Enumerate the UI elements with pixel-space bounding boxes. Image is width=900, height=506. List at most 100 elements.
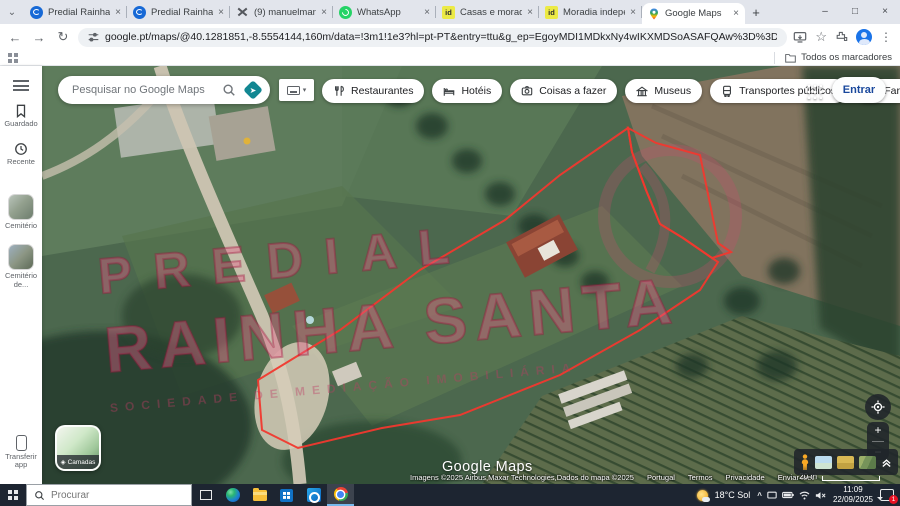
system-tray: ^ bbox=[757, 491, 826, 500]
terms-link[interactable]: Termos bbox=[688, 473, 713, 482]
profile-avatar[interactable] bbox=[856, 29, 872, 45]
weather-sun-icon bbox=[697, 490, 708, 501]
start-button[interactable] bbox=[0, 484, 26, 506]
outlook-button[interactable] bbox=[300, 484, 327, 506]
url-input[interactable] bbox=[105, 31, 777, 43]
microsoft-store-button[interactable] bbox=[273, 484, 300, 506]
chip-label: Museus bbox=[654, 85, 691, 97]
minimize-button[interactable]: – bbox=[810, 0, 840, 22]
reload-icon[interactable]: ↻ bbox=[54, 29, 72, 45]
imagery-thumbnail[interactable] bbox=[815, 456, 832, 469]
battery-icon[interactable] bbox=[782, 491, 794, 499]
tab-close-icon[interactable]: × bbox=[527, 7, 533, 18]
chrome-button-active[interactable] bbox=[327, 484, 354, 506]
pegman-icon[interactable] bbox=[800, 454, 810, 471]
new-tab-button[interactable]: + bbox=[745, 0, 767, 24]
privacy-link[interactable]: Privacidade bbox=[726, 473, 765, 482]
imagery-thumbnail[interactable] bbox=[837, 456, 854, 469]
tab-google-maps-active[interactable]: Google Maps × bbox=[642, 3, 745, 24]
tab-idealista-2[interactable]: id Moradia independen × bbox=[539, 0, 642, 24]
directions-icon[interactable] bbox=[244, 81, 262, 99]
site-settings-icon[interactable] bbox=[88, 32, 99, 43]
sidebar-item-recent[interactable]: Recente bbox=[1, 142, 41, 167]
tab-predial-2[interactable]: Predial Rainha Santa × bbox=[127, 0, 230, 24]
input-tools-button[interactable]: ▾ bbox=[279, 79, 314, 101]
taskbar-clock[interactable]: 11:09 22/09/2025 bbox=[833, 485, 873, 505]
layers-label: Camadas bbox=[68, 459, 96, 466]
sign-in-button[interactable]: Entrar bbox=[832, 77, 886, 103]
sidebar-label: Guardado bbox=[4, 120, 37, 129]
my-location-button[interactable] bbox=[865, 394, 891, 420]
sidebar-item-cemiterio-de[interactable]: Cemitério de... bbox=[1, 244, 41, 289]
volume-muted-icon[interactable] bbox=[815, 491, 826, 500]
chip-museums[interactable]: Museus bbox=[625, 79, 702, 103]
tab-title: Casas e moradias e bbox=[460, 7, 522, 18]
imagery-thumbnail[interactable] bbox=[859, 456, 876, 469]
tab-mail[interactable]: (9) manuelmancelos × bbox=[230, 0, 333, 24]
maximize-button[interactable]: □ bbox=[840, 0, 870, 22]
browser-tabstrip: ⌄ Predial Rainha Santa × Predial Rainha … bbox=[0, 0, 900, 24]
tab-close-icon[interactable]: × bbox=[733, 8, 739, 19]
place-thumbnail bbox=[8, 194, 34, 220]
tab-whatsapp[interactable]: WhatsApp × bbox=[333, 0, 436, 24]
taskbar-search[interactable] bbox=[26, 484, 192, 506]
tab-predial-1[interactable]: Predial Rainha Santa × bbox=[24, 0, 127, 24]
search-icon[interactable] bbox=[222, 83, 236, 97]
maps-search-input[interactable] bbox=[72, 84, 214, 96]
navbar-actions: ☆ ⋮ bbox=[793, 29, 894, 45]
url-bar[interactable] bbox=[78, 28, 787, 47]
tab-close-icon[interactable]: × bbox=[218, 7, 224, 18]
sidebar-item-download-app[interactable]: Transferir app bbox=[1, 435, 41, 470]
zoom-in-button[interactable]: + bbox=[874, 424, 881, 436]
wifi-icon[interactable] bbox=[799, 491, 810, 500]
bookmark-star-icon[interactable]: ☆ bbox=[815, 29, 827, 45]
tab-title: Google Maps bbox=[665, 8, 728, 19]
region-label: Portugal bbox=[647, 473, 675, 482]
action-center-icon[interactable]: 1 bbox=[880, 489, 894, 501]
taskbar-search-input[interactable] bbox=[51, 490, 184, 501]
task-view-button[interactable] bbox=[192, 484, 219, 506]
browser-menu-icon[interactable]: ⋮ bbox=[880, 30, 892, 44]
back-icon[interactable]: ← bbox=[6, 30, 24, 45]
display-icon[interactable] bbox=[767, 491, 777, 500]
tab-close-icon[interactable]: × bbox=[630, 7, 636, 18]
folder-icon bbox=[785, 53, 796, 63]
weather-label[interactable]: 18°C Sol bbox=[715, 490, 751, 500]
chip-hotels[interactable]: Hotéis bbox=[432, 79, 502, 103]
install-app-icon[interactable] bbox=[793, 31, 807, 44]
camera-icon bbox=[521, 85, 533, 97]
tray-chevron-icon[interactable]: ^ bbox=[757, 491, 762, 500]
idealista-favicon-icon: id bbox=[545, 6, 558, 19]
collapse-chevrons-icon[interactable] bbox=[881, 457, 892, 468]
sign-in-label: Entrar bbox=[843, 84, 875, 96]
tab-idealista-1[interactable]: id Casas e moradias e × bbox=[436, 0, 539, 24]
forward-icon[interactable]: → bbox=[30, 30, 48, 45]
chip-transit[interactable]: Transportes públicos bbox=[710, 79, 847, 103]
sidebar-item-saved[interactable]: Guardado bbox=[1, 104, 41, 129]
map-canvas[interactable]: PREDIAL RAINHA SANTA SOCIEDADE DE MEDIAÇ… bbox=[42, 66, 900, 484]
chip-things-to-do[interactable]: Coisas a fazer bbox=[510, 79, 617, 103]
chip-restaurants[interactable]: Restaurantes bbox=[322, 79, 424, 103]
all-bookmarks-label: Todos os marcadores bbox=[801, 52, 892, 63]
edge-button[interactable] bbox=[219, 484, 246, 506]
tab-close-icon[interactable]: × bbox=[321, 7, 327, 18]
all-bookmarks[interactable]: Todos os marcadores bbox=[774, 52, 892, 64]
close-button[interactable]: × bbox=[870, 0, 900, 22]
sidebar-item-cemiterio[interactable]: Cemitério bbox=[1, 194, 41, 231]
menu-hamburger-icon[interactable] bbox=[13, 80, 29, 91]
tab-title: Predial Rainha Santa bbox=[48, 7, 110, 18]
window-controls: – □ × bbox=[810, 0, 900, 22]
extensions-icon[interactable] bbox=[835, 31, 848, 44]
chip-label: Restaurantes bbox=[351, 85, 413, 97]
apps-shortcut-icon[interactable] bbox=[8, 53, 18, 63]
maps-searchbox[interactable] bbox=[58, 76, 270, 104]
store-icon bbox=[280, 489, 293, 502]
google-apps-grid-icon[interactable] bbox=[805, 82, 822, 99]
file-explorer-button[interactable] bbox=[246, 484, 273, 506]
tab-close-icon[interactable]: × bbox=[115, 7, 121, 18]
satellite-imagery bbox=[42, 66, 900, 484]
tab-title: Moradia independen bbox=[563, 7, 625, 18]
tab-close-icon[interactable]: × bbox=[424, 7, 430, 18]
layers-card[interactable]: ◈ Camadas bbox=[55, 425, 101, 471]
tab-search-chevron-icon[interactable]: ⌄ bbox=[0, 0, 24, 24]
